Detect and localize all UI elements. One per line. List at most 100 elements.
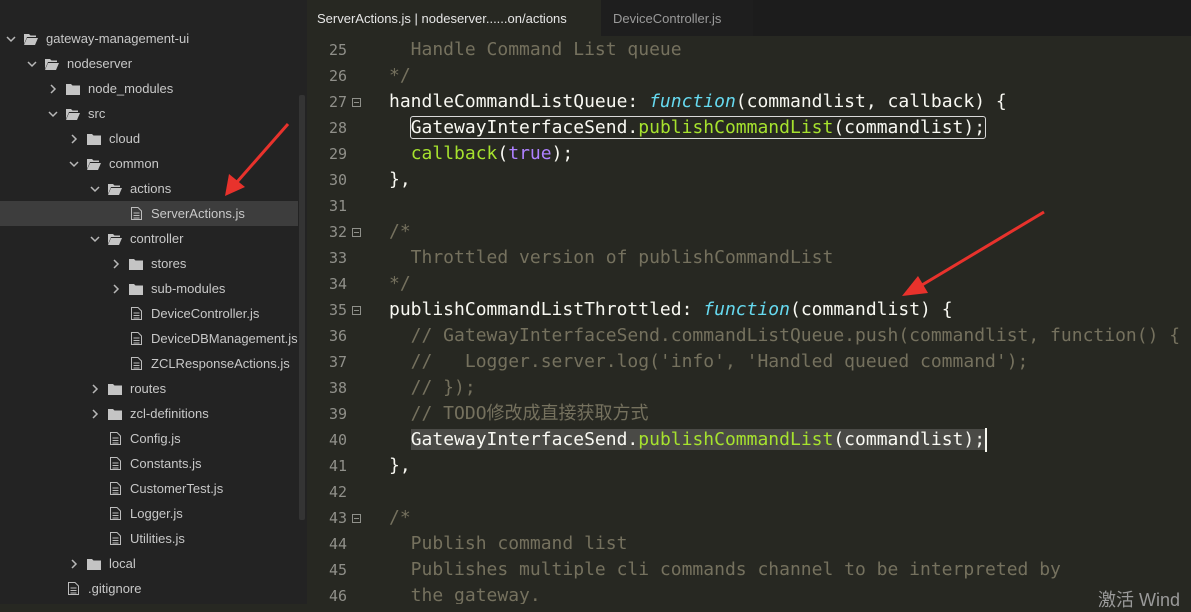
sidebar-item-serveractions-js[interactable]: ServerActions.js [0,201,298,226]
code-line[interactable]: // GatewayInterfaceSend.commandListQueue… [389,323,1180,349]
code-line[interactable]: Publish command list [389,531,628,557]
code-line[interactable]: the gateway. [389,583,541,604]
code-line[interactable]: /* [389,505,411,531]
code-line[interactable]: // }); [389,375,476,401]
chevron-right-icon[interactable] [111,283,121,294]
sidebar-item-actions[interactable]: actions [0,176,298,201]
sidebar-item-zclresponseactions-js[interactable]: ZCLResponseActions.js [0,351,298,376]
chevron-right-icon[interactable] [90,408,100,419]
sidebar-item-src[interactable]: src [0,101,298,126]
fold-toggle-icon[interactable] [352,514,361,523]
tab-serveractions[interactable]: ServerActions.js | nodeserver......on/ac… [307,0,601,36]
sidebar-item-label: routes [130,381,167,396]
code-token: // TODO修改成直接获取方式 [389,403,649,424]
sidebar-item-label: CustomerTest.js [130,481,224,496]
sidebar-item-label: Config.js [130,431,181,446]
sidebar-item-node-modules[interactable]: node_modules [0,76,298,101]
line-number: 32 [328,223,347,241]
line-number: 26 [328,67,347,85]
sidebar-item-gitignore[interactable]: .gitignore [0,576,298,601]
chevron-down-icon[interactable] [90,234,100,244]
code-line[interactable]: // TODO修改成直接获取方式 [389,401,649,427]
code-line[interactable]: */ [389,63,411,89]
sidebar-item-label: node_modules [88,81,174,96]
code-token: ); [551,143,574,164]
chevron-right-icon[interactable] [69,133,79,144]
chevron-down-icon[interactable] [27,59,37,69]
folder-open-icon [24,32,38,45]
line-number: 43 [328,509,347,527]
line-number: 27 [328,93,347,111]
chevron-right-icon[interactable] [69,558,79,569]
sidebar-item-utilities-js[interactable]: Utilities.js [0,526,298,551]
chevron-down-icon[interactable] [69,159,79,169]
tab-bar: ServerActions.js | nodeserver......on/ac… [307,0,1191,36]
code-line[interactable]: GatewayInterfaceSend.publishCommandList(… [389,115,987,141]
sidebar-item-devicecontroller-js[interactable]: DeviceController.js [0,301,298,326]
code-line[interactable]: Handle Command List queue [389,37,682,63]
sidebar-item-zcl-definitions[interactable]: zcl-definitions [0,401,298,426]
sidebar-item-sub-modules[interactable]: sub-modules [0,276,298,301]
chevron-down-icon[interactable] [48,109,58,119]
code-line[interactable]: // Logger.server.log('info', 'Handled qu… [389,349,1029,375]
code-token: function [649,91,736,112]
fold-toggle-icon[interactable] [352,306,361,315]
chevron-right-icon[interactable] [111,258,121,269]
code-line[interactable]: handleCommandListQueue: function(command… [389,89,1007,115]
code-line[interactable]: /* [389,219,411,245]
text-cursor [985,428,988,452]
line-number: 45 [328,561,347,579]
folder-icon [87,132,101,145]
code-token: (commandlist); [833,117,986,138]
fold-toggle-icon[interactable] [352,98,361,107]
line-number: 36 [328,327,347,345]
code-token: */ [389,273,411,294]
line-number: 34 [328,275,347,293]
chevron-down-icon[interactable] [90,184,100,194]
sidebar-item-controller[interactable]: controller [0,226,298,251]
sidebar-item-nodeserver[interactable]: nodeserver [0,51,298,76]
sidebar-item-routes[interactable]: routes [0,376,298,401]
sidebar-item-stores[interactable]: stores [0,251,298,276]
code-line[interactable]: publishCommandListThrottled: function(co… [389,297,953,323]
file-icon [129,357,143,370]
sidebar-item-label: nodeserver [67,56,133,71]
sidebar-item-label: gateway-management-ui [46,31,190,46]
file-icon [108,432,122,445]
code-token: }, [389,455,411,476]
code-token: }, [389,169,411,190]
code-line[interactable]: */ [389,271,411,297]
chevron-right-icon[interactable] [90,383,100,394]
code-line[interactable]: Publishes multiple cli commands channel … [389,557,1061,583]
code-token: true [508,143,552,164]
code-line[interactable]: Throttled version of publishCommandList [389,245,834,271]
sidebar-item-logger-js[interactable]: Logger.js [0,501,298,526]
sidebar-item-gateway-management-ui[interactable]: gateway-management-ui [0,26,298,51]
chevron-right-icon[interactable] [48,83,58,94]
sidebar-item-customertest-js[interactable]: CustomerTest.js [0,476,298,501]
folder-icon [108,382,122,395]
code-token: callback [410,143,498,164]
project-sidebar: gateway-management-ui nodeserver node_modu… [0,0,307,604]
code-line[interactable]: }, [389,167,411,193]
code-line[interactable]: }, [389,453,411,479]
sidebar-item-cloud[interactable]: cloud [0,126,298,151]
code-line[interactable]: callback(true); [389,141,574,167]
sidebar-item-common[interactable]: common [0,151,298,176]
line-number: 33 [328,249,347,267]
sidebar-item-label: stores [151,256,187,271]
sidebar-item-devicedbmanagement-js[interactable]: DeviceDBManagement.js [0,326,298,351]
code-token: GatewayInterfaceSend. [410,429,639,450]
sidebar-item-config-js[interactable]: Config.js [0,426,298,451]
sidebar-item-local[interactable]: local [0,551,298,576]
code-token: (commandlist); [833,429,986,450]
code-line[interactable]: GatewayInterfaceSend.publishCommandList(… [389,427,986,453]
fold-toggle-icon[interactable] [352,228,361,237]
tab-devicecontroller[interactable]: DeviceController.js [601,0,753,36]
sidebar-item-constants-js[interactable]: Constants.js [0,451,298,476]
folder-open-icon [87,157,101,170]
chevron-down-icon[interactable] [6,34,16,44]
code-editor[interactable]: 25 Handle Command List queue 26 */ 27 handle… [307,36,1191,604]
sidebar-scrollbar[interactable] [299,95,305,520]
